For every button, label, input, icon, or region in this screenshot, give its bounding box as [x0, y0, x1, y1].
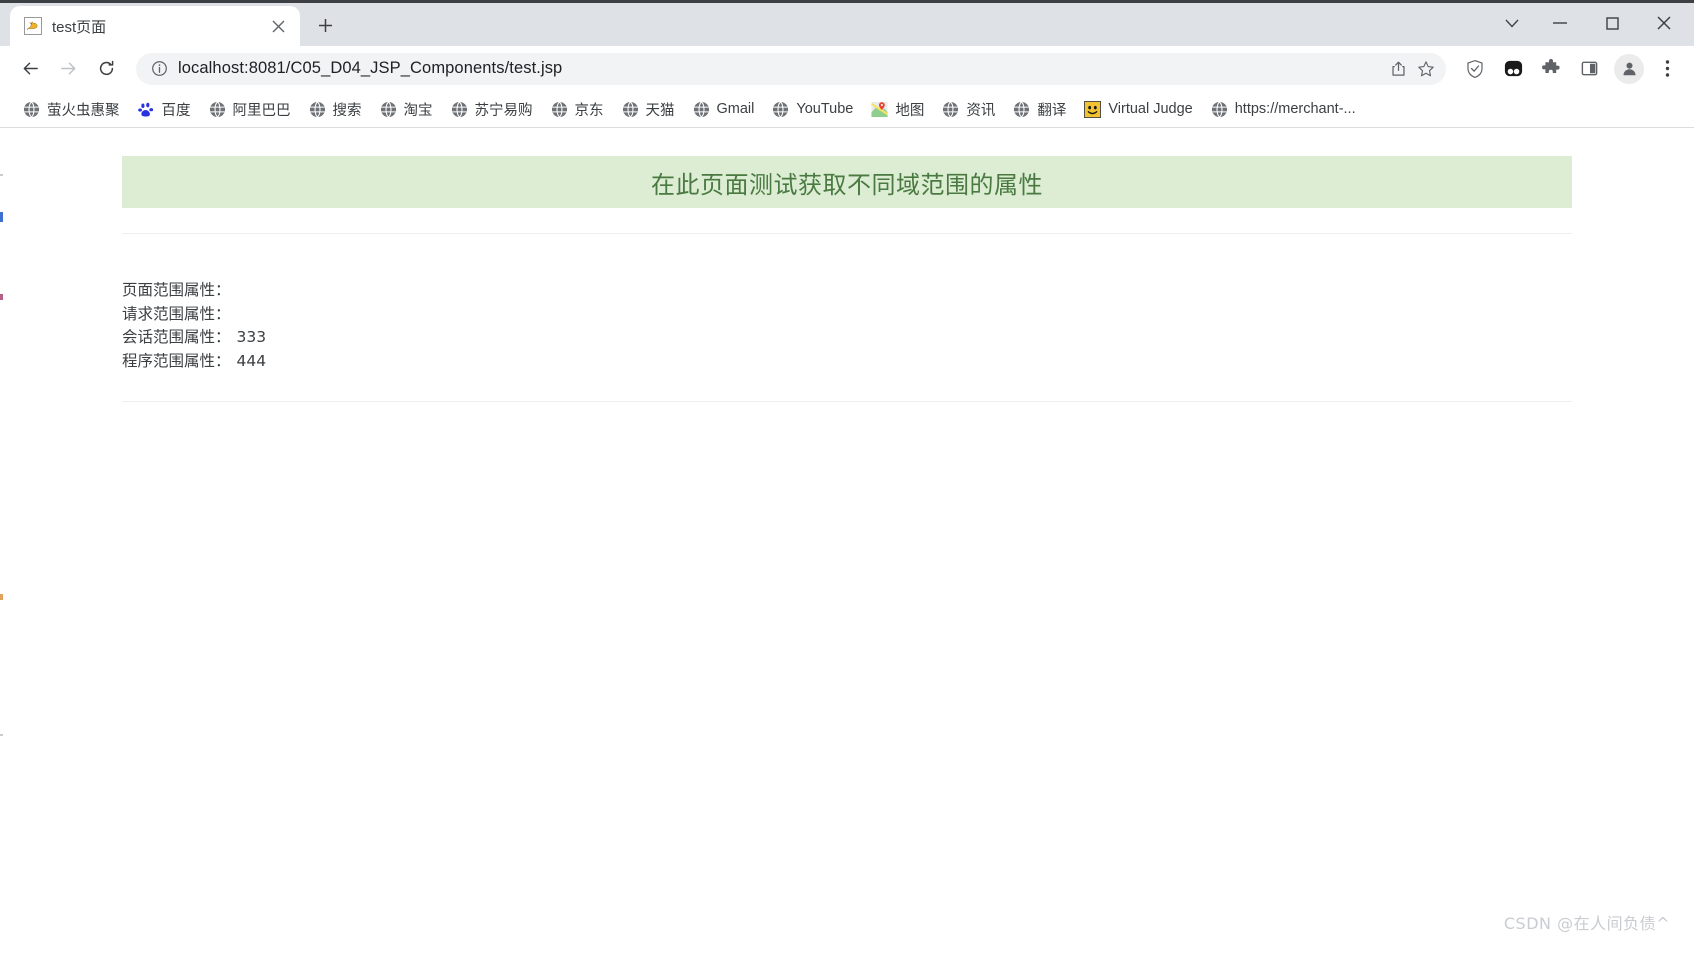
- reload-button[interactable]: [88, 51, 124, 87]
- globe-icon: [209, 101, 226, 118]
- bookmark-label: 京东: [574, 102, 604, 119]
- attribute-value: 444: [236, 351, 267, 370]
- bookmark-item[interactable]: 天猫: [613, 95, 684, 124]
- minimize-button[interactable]: [1534, 0, 1586, 46]
- tab-strip: test页面: [0, 0, 342, 46]
- kebab-menu-icon[interactable]: [1652, 52, 1682, 86]
- bookmark-label: 苏宁易购: [474, 102, 533, 119]
- forward-button[interactable]: [50, 51, 86, 87]
- browser-toolbar: localhost:8081/C05_D04_JSP_Components/te…: [0, 46, 1694, 91]
- smiley-icon: [1084, 100, 1102, 118]
- bookmark-item[interactable]: 萤火虫惠聚: [14, 95, 129, 124]
- bookmark-item[interactable]: 苏宁易购: [442, 95, 542, 124]
- attribute-row: 请求范围属性：: [122, 303, 1572, 327]
- attribute-row: 程序范围属性： 444: [122, 350, 1572, 374]
- maximize-button[interactable]: [1586, 0, 1638, 46]
- bookmark-label: Virtual Judge: [1108, 101, 1193, 117]
- divider-top: [122, 233, 1572, 234]
- address-bar[interactable]: localhost:8081/C05_D04_JSP_Components/te…: [136, 52, 1446, 85]
- globe-icon: [1013, 101, 1030, 118]
- bookmark-label: 百度: [161, 102, 191, 119]
- browser-window: test页面 localhost:8081/C05_D04_JSP_Compon…: [0, 0, 1694, 954]
- attribute-value: 333: [236, 328, 267, 346]
- chevron-down-icon[interactable]: [1490, 0, 1534, 46]
- tomcat-cat-icon: [24, 17, 42, 35]
- share-icon[interactable]: [1384, 55, 1412, 83]
- bookmark-item[interactable]: 地图: [862, 95, 933, 124]
- csdn-watermark: CSDN @在人间负债^: [1503, 914, 1670, 933]
- jsp-page: 在此页面测试获取不同域范围的属性 页面范围属性： 请求范围属性： 会话范围属性：…: [0, 128, 1694, 402]
- shield-check-icon[interactable]: [1458, 52, 1492, 86]
- bookmark-label: 天猫: [645, 102, 675, 119]
- globe-icon: [451, 101, 468, 118]
- bookmark-item[interactable]: 淘宝: [371, 95, 442, 124]
- globe-icon: [772, 101, 789, 118]
- attribute-label: 会话范围属性：: [122, 328, 231, 346]
- bookmark-item[interactable]: 搜索: [300, 95, 371, 124]
- back-button[interactable]: [12, 51, 48, 87]
- bookmark-label: Gmail: [716, 101, 755, 117]
- bookmark-label: YouTube: [796, 101, 854, 117]
- star-icon[interactable]: [1412, 55, 1440, 83]
- google-maps-icon: [871, 101, 889, 118]
- browser-tab[interactable]: test页面: [10, 6, 300, 46]
- tab-close-button[interactable]: [266, 14, 290, 38]
- bookmark-item[interactable]: Virtual Judge: [1075, 97, 1201, 122]
- globe-icon: [309, 101, 326, 118]
- puzzle-piece-icon[interactable]: [1534, 52, 1568, 86]
- panda-extension-icon[interactable]: [1496, 52, 1530, 86]
- bookmark-label: 地图: [895, 102, 925, 119]
- divider-bottom: [122, 401, 1572, 402]
- attribute-row: 页面范围属性：: [122, 279, 1572, 303]
- bookmark-item[interactable]: Gmail: [684, 97, 764, 122]
- window-top-accent: [0, 0, 1694, 3]
- tab-title: test页面: [52, 18, 107, 36]
- attribute-label: 页面范围属性：: [122, 281, 231, 299]
- info-circle-icon[interactable]: [148, 58, 170, 80]
- bookmark-item[interactable]: 资讯: [933, 95, 1004, 124]
- window-controls: [1490, 0, 1694, 46]
- page-title: 在此页面测试获取不同域范围的属性: [651, 170, 1043, 199]
- bookmark-item[interactable]: https://merchant-...: [1202, 97, 1365, 122]
- bookmarks-bar: 萤火虫惠聚 百度 阿里巴巴 搜索 淘宝 苏宁易购 京东 天猫 Gmail You…: [0, 91, 1694, 128]
- bookmark-item[interactable]: YouTube: [763, 97, 862, 122]
- bookmark-label: 阿里巴巴: [232, 102, 291, 119]
- close-window-button[interactable]: [1638, 0, 1690, 46]
- bookmark-item[interactable]: 阿里巴巴: [200, 95, 300, 124]
- bookmark-label: https://merchant-...: [1234, 101, 1356, 117]
- baidu-paw-icon: [137, 101, 155, 118]
- globe-icon: [622, 101, 639, 118]
- new-tab-button[interactable]: [308, 8, 342, 42]
- globe-icon: [551, 101, 568, 118]
- globe-icon: [380, 101, 397, 118]
- background-window-edge: [0, 174, 3, 954]
- person-avatar-icon[interactable]: [1614, 53, 1644, 84]
- attribute-list: 页面范围属性： 请求范围属性： 会话范围属性： 333 程序范围属性： 444: [122, 279, 1572, 373]
- bookmark-label: 搜索: [332, 102, 362, 119]
- content-wrapper: 在此页面测试获取不同域范围的属性 页面范围属性： 请求范围属性： 会话范围属性：…: [122, 156, 1572, 402]
- bookmark-label: 淘宝: [403, 102, 433, 119]
- bookmark-label: 资讯: [966, 102, 996, 119]
- attribute-label: 请求范围属性：: [122, 304, 231, 323]
- globe-icon: [942, 101, 959, 118]
- title-bar: test页面: [0, 0, 1694, 46]
- bookmark-item[interactable]: 翻译: [1004, 95, 1075, 124]
- attribute-label: 程序范围属性：: [122, 351, 231, 370]
- globe-icon: [693, 101, 710, 118]
- attribute-row: 会话范围属性： 333: [122, 326, 1572, 350]
- page-viewport: 在此页面测试获取不同域范围的属性 页面范围属性： 请求范围属性： 会话范围属性：…: [0, 128, 1694, 954]
- side-panel-icon[interactable]: [1572, 52, 1606, 86]
- bookmark-label: 翻译: [1037, 102, 1067, 119]
- globe-icon: [23, 101, 40, 118]
- url-text[interactable]: localhost:8081/C05_D04_JSP_Components/te…: [178, 59, 1384, 78]
- globe-icon: [1211, 101, 1228, 118]
- bookmark-item[interactable]: 百度: [129, 95, 200, 124]
- page-banner: 在此页面测试获取不同域范围的属性: [122, 156, 1572, 208]
- bookmark-label: 萤火虫惠聚: [47, 102, 120, 119]
- bookmark-item[interactable]: 京东: [542, 95, 613, 124]
